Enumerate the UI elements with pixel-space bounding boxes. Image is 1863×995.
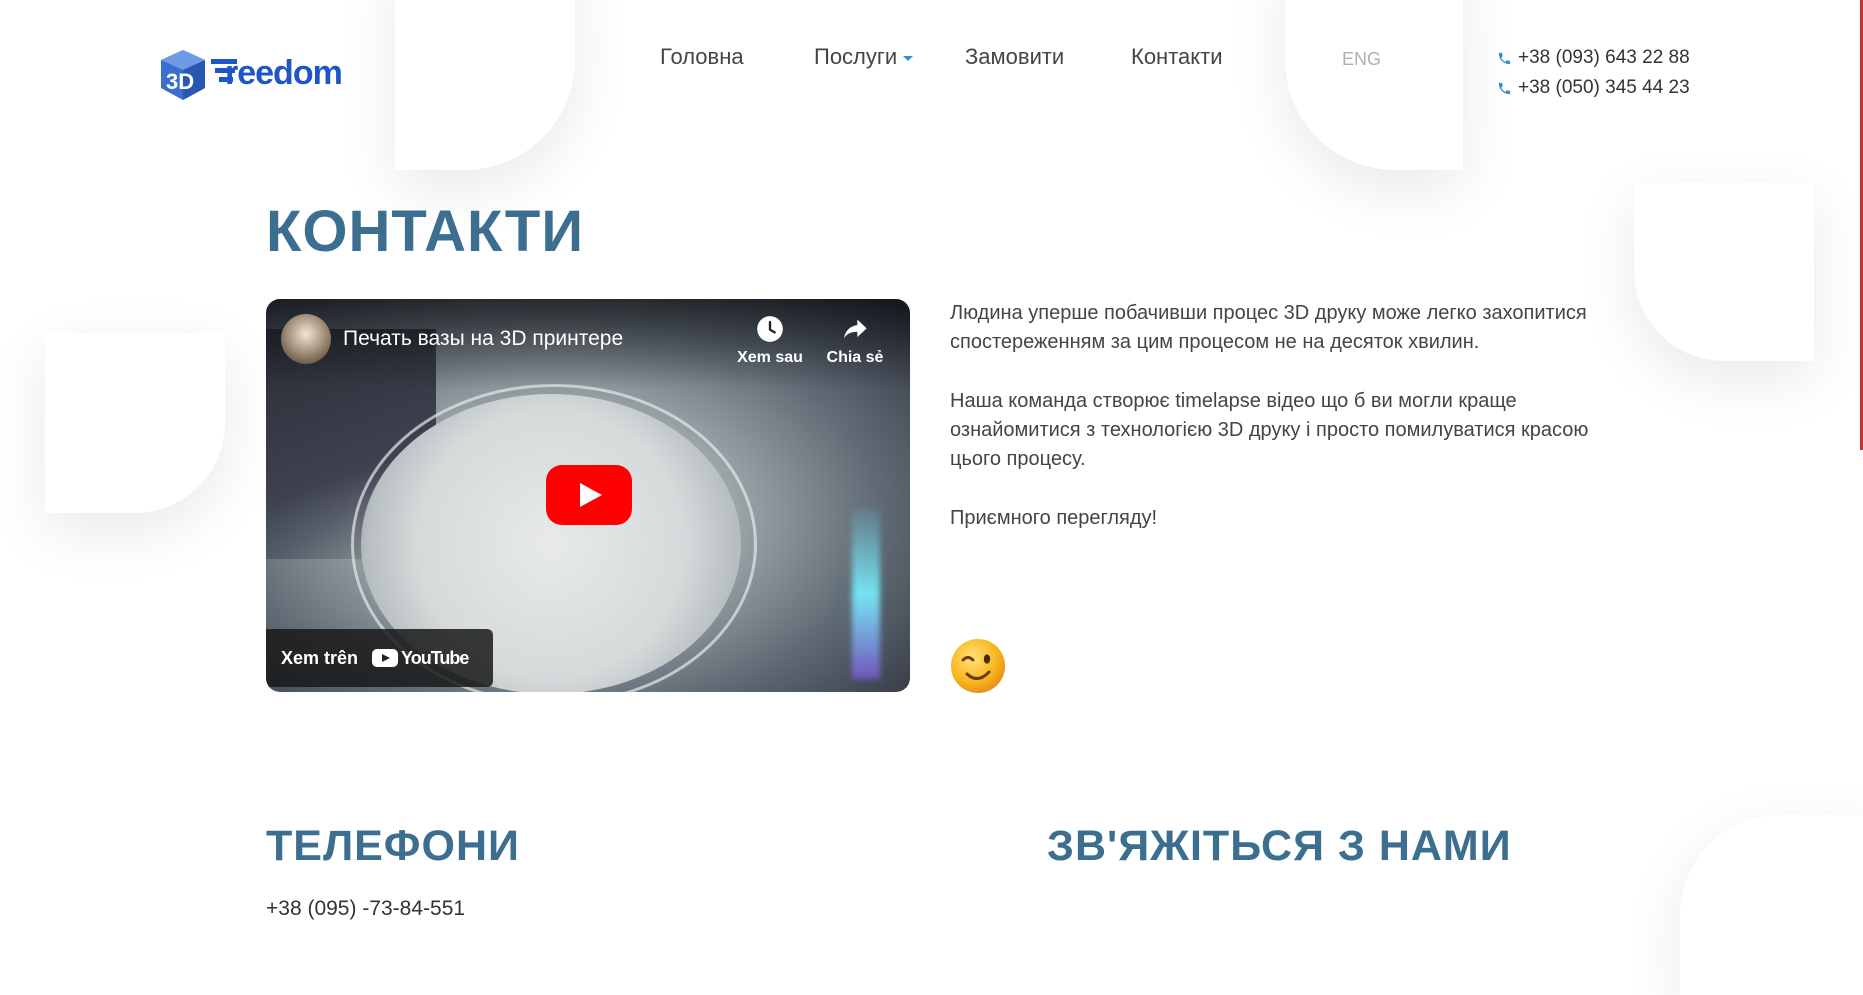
nav-contacts[interactable]: Контакти <box>1131 44 1223 70</box>
contact-section-title: ЗВ'ЯЖІТЬСЯ З НАМИ <box>1047 822 1512 870</box>
description-paragraph: Приємного перегляду! <box>950 507 1158 529</box>
nav-order[interactable]: Замовити <box>965 44 1064 70</box>
decorative-shape <box>1285 0 1463 170</box>
decorative-shape <box>1634 183 1814 361</box>
decorative-shape <box>1680 815 1863 995</box>
watch-on-label: Xem trên <box>281 647 359 668</box>
header-phone-2[interactable]: +38 (050) 345 44 23 <box>1497 77 1690 99</box>
channel-avatar[interactable] <box>281 314 331 364</box>
description-paragraph: Наша команда створює timelapse відео що … <box>950 390 1589 470</box>
header-phone-1-text: +38 (093) 643 22 88 <box>1518 47 1690 68</box>
header-phone-1[interactable]: +38 (093) 643 22 88 <box>1497 47 1690 69</box>
watch-later-label: Xem sau <box>737 349 803 366</box>
decorative-shape <box>395 0 575 170</box>
nav-services-label: Послуги <box>814 44 898 69</box>
logo-image: 3D reedom <box>161 50 343 100</box>
video-player[interactable]: Печать вазы на 3D принтере Xem sau Chia … <box>266 299 910 692</box>
header-phone-2-text: +38 (050) 345 44 23 <box>1518 77 1690 98</box>
description-paragraph: Людина уперше побачивши процес 3D друку … <box>950 302 1587 353</box>
svg-text:reedom: reedom <box>225 54 342 92</box>
video-title[interactable]: Печать вазы на 3D принтере <box>343 327 623 351</box>
phones-section-title: ТЕЛЕФОНИ <box>266 822 520 870</box>
clock-icon <box>757 316 783 342</box>
winking-face-icon <box>951 639 1005 693</box>
phone-icon <box>1498 82 1511 94</box>
chevron-down-icon <box>903 55 914 61</box>
phone-icon <box>1498 52 1511 64</box>
page-title: КОНТАКТИ <box>266 199 585 264</box>
play-button[interactable] <box>546 465 632 525</box>
decorative-shape <box>45 333 225 513</box>
share-button[interactable]: Chia sẻ <box>815 315 895 367</box>
watch-on-youtube-button[interactable]: Xem trên YouTube <box>266 629 493 687</box>
svg-text:3D: 3D <box>166 69 194 94</box>
video-thumbnail-glow <box>852 509 880 679</box>
youtube-logo: YouTube <box>372 647 469 669</box>
nav-services[interactable]: Послуги <box>814 44 914 70</box>
share-arrow-icon <box>844 319 867 339</box>
watch-later-button[interactable]: Xem sau <box>730 315 810 367</box>
nav-home[interactable]: Головна <box>660 44 744 70</box>
share-label: Chia sẻ <box>826 349 884 366</box>
contact-phone[interactable]: +38 (095) -73-84-551 <box>266 897 465 921</box>
youtube-wordmark: YouTube <box>401 647 469 668</box>
youtube-play-icon <box>372 649 399 667</box>
video-description: Людина уперше побачивши процес 3D друку … <box>950 299 1590 563</box>
language-switch[interactable]: ENG <box>1342 49 1381 70</box>
site-logo[interactable]: 3D reedom <box>157 46 397 102</box>
